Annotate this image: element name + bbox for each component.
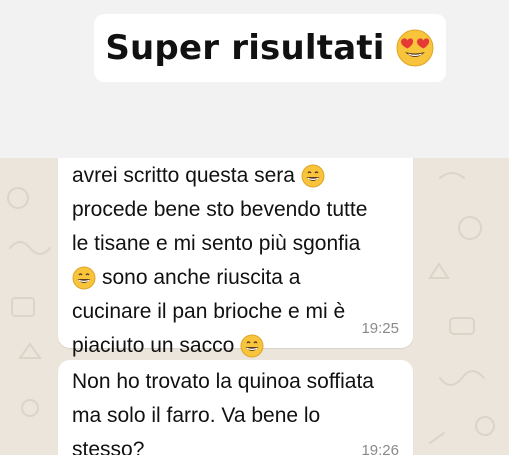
grinning-emoji-icon	[240, 334, 264, 358]
message-line: avrei scritto questa sera	[72, 164, 325, 188]
heart-eyes-emoji-icon	[395, 28, 435, 68]
title-card: Super risultati	[94, 14, 446, 82]
message-timestamp: 19:25	[361, 320, 399, 337]
message-bubble-2[interactable]: Non ho trovato la quinoa soffiata ma sol…	[58, 360, 413, 455]
message-line: Non ho trovato la quinoa soffiata	[72, 370, 374, 393]
grinning-emoji-icon	[301, 164, 325, 188]
message-bubble-1[interactable]: avrei scritto questa sera procede bene s…	[58, 158, 413, 358]
message-line: cucinare il pan brioche e mi è	[72, 300, 346, 323]
message-line: sono anche riuscita a	[72, 266, 300, 290]
message-line: piaciuto un sacco	[72, 334, 264, 358]
message-timestamp: 19:26	[361, 442, 399, 455]
grinning-emoji-icon	[72, 266, 96, 290]
message-line: stesso?	[72, 438, 145, 455]
chat-area[interactable]: avrei scritto questa sera procede bene s…	[0, 158, 509, 455]
message-line: procede bene sto bevendo tutte	[72, 198, 368, 221]
message-line: le tisane e mi sento più sgonfia	[72, 232, 361, 255]
page-title: Super risultati	[105, 28, 385, 68]
message-line: ma solo il farro. Va bene lo	[72, 404, 321, 427]
story-header-area: Super risultati	[0, 0, 509, 158]
